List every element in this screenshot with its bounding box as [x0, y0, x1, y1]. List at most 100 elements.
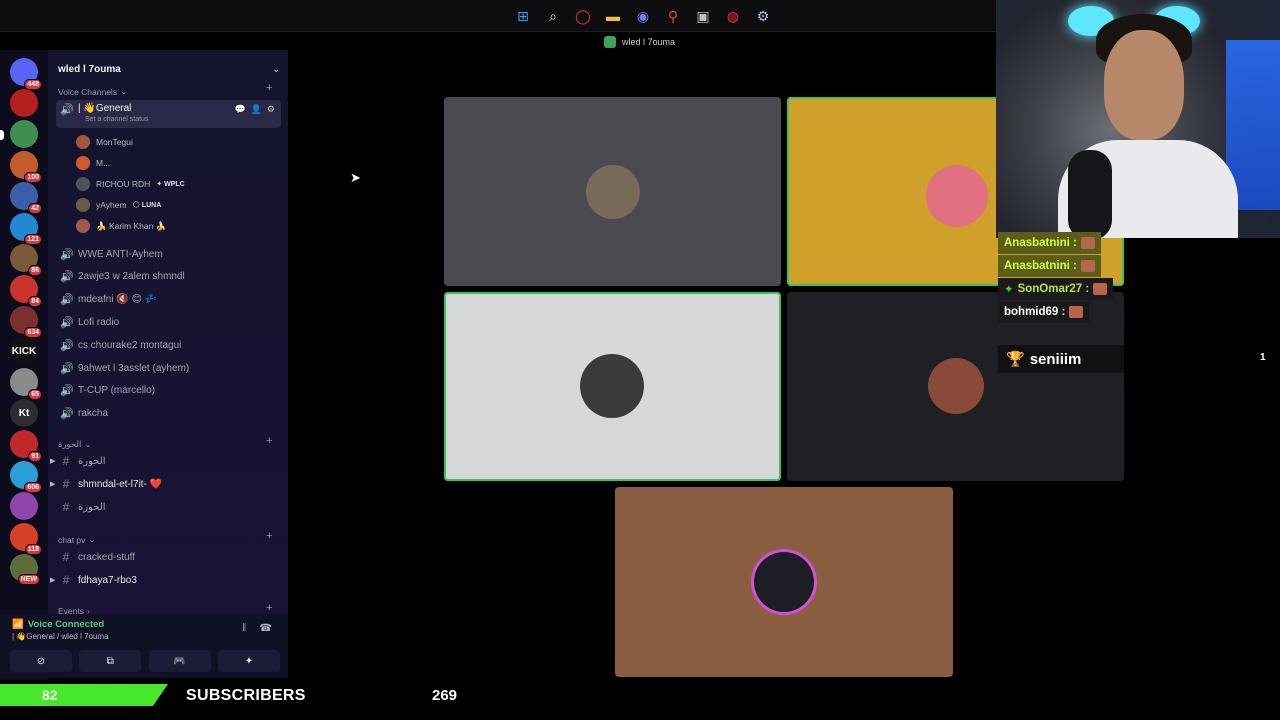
- subscriber-progress-fill: [0, 684, 168, 706]
- chat-message: Anasbatnini :: [998, 255, 1101, 277]
- chat-username: bohmid69 :: [1004, 306, 1066, 318]
- noise-suppression-icon[interactable]: 𝄃: [243, 623, 245, 634]
- hash-icon: #: [62, 477, 70, 491]
- video-tile[interactable]: [615, 487, 953, 677]
- folder-icon[interactable]: ▬: [602, 5, 624, 27]
- selected-server-pill: [0, 130, 4, 140]
- participant-avatar: [580, 354, 644, 418]
- voice-channel[interactable]: 🔊 2awje3 w 2alem shmndl: [56, 267, 281, 287]
- browser-icon[interactable]: ◍: [722, 5, 744, 27]
- speaker-icon: 🔊: [60, 385, 74, 398]
- voice-channel[interactable]: 🔊 WWE ANTI-Ayhem: [56, 244, 281, 264]
- video-tile[interactable]: [444, 97, 781, 286]
- voice-channel-general[interactable]: 🔊 | 👋General Set a channel status 💬 👤 ⚙: [56, 100, 281, 128]
- voice-channel[interactable]: 🔊 mdeafni 🔇 😊 💤: [56, 290, 281, 310]
- server-icon[interactable]: Kt: [10, 399, 38, 427]
- unread-badge: 118: [24, 544, 42, 555]
- voice-user[interactable]: yAyhem 🌕 LUNA: [76, 196, 161, 214]
- channel-name: 2awje3 w 2alem shmndl: [78, 271, 185, 283]
- voice-user[interactable]: 🍌 Karim Khan 🍌: [76, 217, 166, 235]
- server-icon[interactable]: 448: [10, 58, 42, 90]
- server-icon[interactable]: [10, 120, 38, 148]
- server-icon[interactable]: 121: [10, 213, 42, 245]
- server-name: wled l 7ouma: [58, 64, 121, 75]
- voice-user[interactable]: MonTegui: [76, 133, 133, 151]
- disconnect-icon[interactable]: ☎: [260, 623, 272, 634]
- server-icon[interactable]: 100: [10, 151, 42, 183]
- participant-avatar: [926, 165, 988, 227]
- search-icon[interactable]: ⌕: [542, 5, 564, 27]
- server-icon[interactable]: 42: [10, 182, 42, 214]
- speaker-icon: 🔊: [60, 339, 74, 352]
- text-channel[interactable]: ▶ # fdhaya7-rbo3: [50, 570, 281, 590]
- voice-connected-channel[interactable]: | 👋General / wled l 7ouma: [12, 632, 109, 641]
- server-icon[interactable]: [10, 89, 38, 117]
- category-horra[interactable]: الحورة ⌄: [58, 439, 92, 450]
- emote-icon: [1069, 306, 1084, 318]
- soundboard-button[interactable]: ✦: [217, 650, 280, 672]
- unread-badge: 84: [28, 296, 42, 307]
- participant-avatar: [928, 358, 984, 414]
- subscriber-count: 82: [42, 687, 58, 703]
- server-icon[interactable]: 118: [10, 523, 42, 555]
- server-icon[interactable]: 86: [10, 244, 42, 276]
- discord-icon[interactable]: ◉: [632, 5, 654, 27]
- thread-arrow-icon: ▶: [50, 481, 56, 488]
- server-icon[interactable]: 606: [10, 461, 42, 493]
- text-channel[interactable]: # الحورة: [56, 497, 281, 517]
- hash-icon: #: [62, 573, 70, 587]
- voice-channel[interactable]: 🔊 rakcha: [56, 404, 281, 424]
- channel-status[interactable]: Set a channel status: [85, 116, 148, 123]
- avatar: [76, 156, 90, 170]
- windows-icon[interactable]: ⊞: [512, 5, 534, 27]
- gear-icon[interactable]: ⚙: [267, 104, 275, 115]
- add-channel-icon[interactable]: +: [266, 82, 272, 94]
- obs-icon[interactable]: ▣: [692, 5, 714, 27]
- hash-icon: #: [62, 500, 70, 514]
- opera-icon[interactable]: ◯: [572, 5, 594, 27]
- server-icon[interactable]: [10, 492, 38, 520]
- channel-name: shmndal-et-l7it- ❤️: [78, 478, 163, 490]
- voice-channel[interactable]: 🔊 T-CUP (marcello): [56, 381, 281, 401]
- text-channel[interactable]: ▶ # الحورة: [50, 451, 281, 471]
- server-icon[interactable]: NEW: [10, 554, 40, 585]
- category-chat-pv[interactable]: chat pv ⌄: [58, 534, 96, 545]
- voice-user[interactable]: M...: [76, 154, 110, 172]
- voice-channel[interactable]: 🔊 9ahwet l 3asslet (ayhem): [56, 358, 281, 378]
- server-icon[interactable]: 65: [10, 368, 42, 400]
- thread-arrow-icon: ▶: [50, 458, 56, 465]
- channel-sidebar: wled l 7ouma ⌄ Voice Channels ⌄ + 🔊 | 👋G…: [48, 50, 288, 620]
- voice-user[interactable]: RICHOU RDH ✦ WPLC: [76, 175, 185, 193]
- screen-share-button[interactable]: ⧉: [79, 650, 142, 672]
- server-icon[interactable]: KICK: [10, 337, 38, 365]
- server-icon: [604, 36, 616, 48]
- invite-icon[interactable]: 👤: [251, 104, 262, 115]
- server-icon[interactable]: 634: [10, 306, 42, 338]
- chevron-down-icon: ⌄: [84, 439, 92, 449]
- subscriber-label: SUBSCRIBERS: [186, 687, 306, 704]
- add-channel-icon[interactable]: +: [266, 435, 272, 447]
- activity-button[interactable]: 🎮: [148, 650, 211, 672]
- category-voice-channels[interactable]: Voice Channels ⌄: [58, 86, 127, 97]
- text-channel[interactable]: ▶ # shmndal-et-l7it- ❤️: [50, 474, 281, 494]
- channel-name: الحورة: [78, 501, 106, 513]
- steam-icon[interactable]: ⚙: [752, 5, 774, 27]
- trophy-icon: 🏆: [1006, 351, 1025, 368]
- video-tile[interactable]: [444, 292, 781, 481]
- add-channel-icon[interactable]: +: [266, 530, 272, 542]
- chat-icon[interactable]: 💬: [234, 104, 245, 115]
- camera-off-button[interactable]: ⊘: [10, 650, 72, 672]
- server-header[interactable]: wled l 7ouma ⌄: [58, 64, 280, 75]
- speaker-icon: 🔊: [60, 362, 74, 375]
- participant-avatar: [754, 552, 814, 612]
- server-icon[interactable]: 84: [10, 275, 42, 307]
- voice-channel[interactable]: 🔊 Lofi radio: [56, 312, 281, 332]
- window-title: wled l 7ouma: [604, 36, 675, 48]
- hash-icon: #: [62, 454, 70, 468]
- participant-avatar: [586, 165, 640, 219]
- maps-icon[interactable]: ⚲: [662, 5, 684, 27]
- server-icon[interactable]: 91: [10, 430, 42, 462]
- add-channel-icon[interactable]: +: [266, 602, 272, 614]
- voice-channel[interactable]: 🔊 cs chourake2 montagui: [56, 335, 281, 355]
- text-channel[interactable]: # cracked-stuff: [56, 547, 281, 567]
